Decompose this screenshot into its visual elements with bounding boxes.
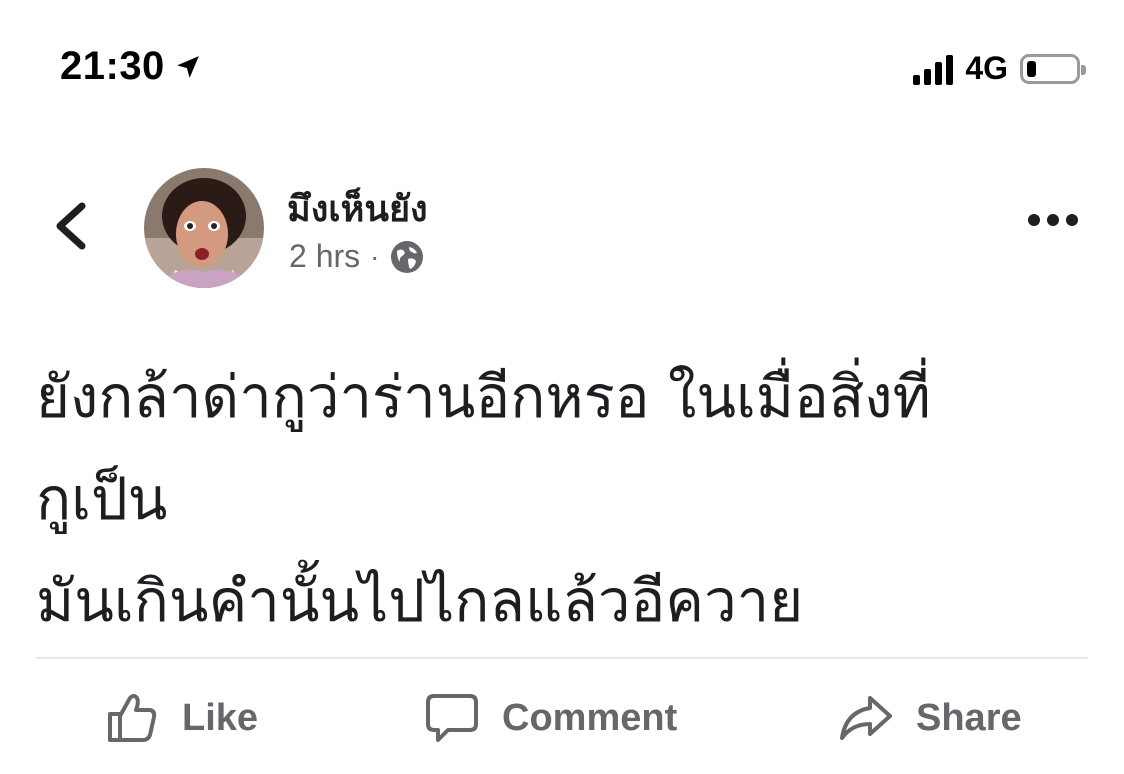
status-time: 21:30 bbox=[60, 44, 201, 89]
post-meta: 2 hrs · bbox=[289, 238, 425, 275]
like-label: Like bbox=[182, 696, 259, 739]
network-type: 4G bbox=[965, 50, 1008, 86]
comment-button[interactable]: Comment bbox=[424, 690, 677, 746]
avatar-image bbox=[144, 168, 264, 288]
battery-level bbox=[1027, 60, 1036, 77]
cellular-signal-icon bbox=[913, 53, 954, 85]
more-options-icon bbox=[1028, 214, 1040, 226]
share-arrow-icon bbox=[840, 696, 892, 740]
back-button[interactable] bbox=[48, 196, 98, 256]
status-indicators: 4G bbox=[913, 50, 1086, 87]
chevron-left-icon bbox=[56, 202, 86, 250]
comment-bubble-icon bbox=[426, 694, 478, 742]
status-time-label: 21:30 bbox=[60, 44, 165, 88]
share-label: Share bbox=[916, 696, 1022, 739]
post-text: ยังกล้าด่ากูว่าร่านอีกหรอ ในเมื่อสิ่งที่… bbox=[36, 346, 1096, 652]
meta-separator: · bbox=[370, 240, 380, 272]
facebook-post-screen: 21:30 4G มึงเห็นยัง 2 hrs · ยังกล้าด่ากู… bbox=[0, 0, 1124, 774]
globe-icon bbox=[391, 240, 424, 273]
action-divider bbox=[36, 657, 1088, 659]
battery-icon bbox=[1020, 53, 1086, 84]
comment-label: Comment bbox=[502, 696, 678, 739]
like-button[interactable]: Like bbox=[104, 690, 258, 746]
thumbs-up-icon bbox=[108, 694, 157, 742]
post-timestamp[interactable]: 2 hrs bbox=[289, 238, 360, 275]
post-text-line: ยังกล้าด่ากูว่าร่านอีกหรอ ในเมื่อสิ่งที่ bbox=[36, 363, 931, 431]
avatar[interactable] bbox=[144, 168, 264, 288]
post-author-name[interactable]: มึงเห็นยัง bbox=[287, 180, 428, 237]
share-button[interactable]: Share bbox=[838, 690, 1022, 746]
location-arrow-icon bbox=[176, 55, 199, 78]
more-options-button[interactable] bbox=[1028, 214, 1078, 226]
post-text-line: กูเป็น bbox=[36, 465, 168, 533]
post-text-line: มันเกินคำนั้นไปไกลแล้วอีควาย bbox=[36, 567, 804, 635]
